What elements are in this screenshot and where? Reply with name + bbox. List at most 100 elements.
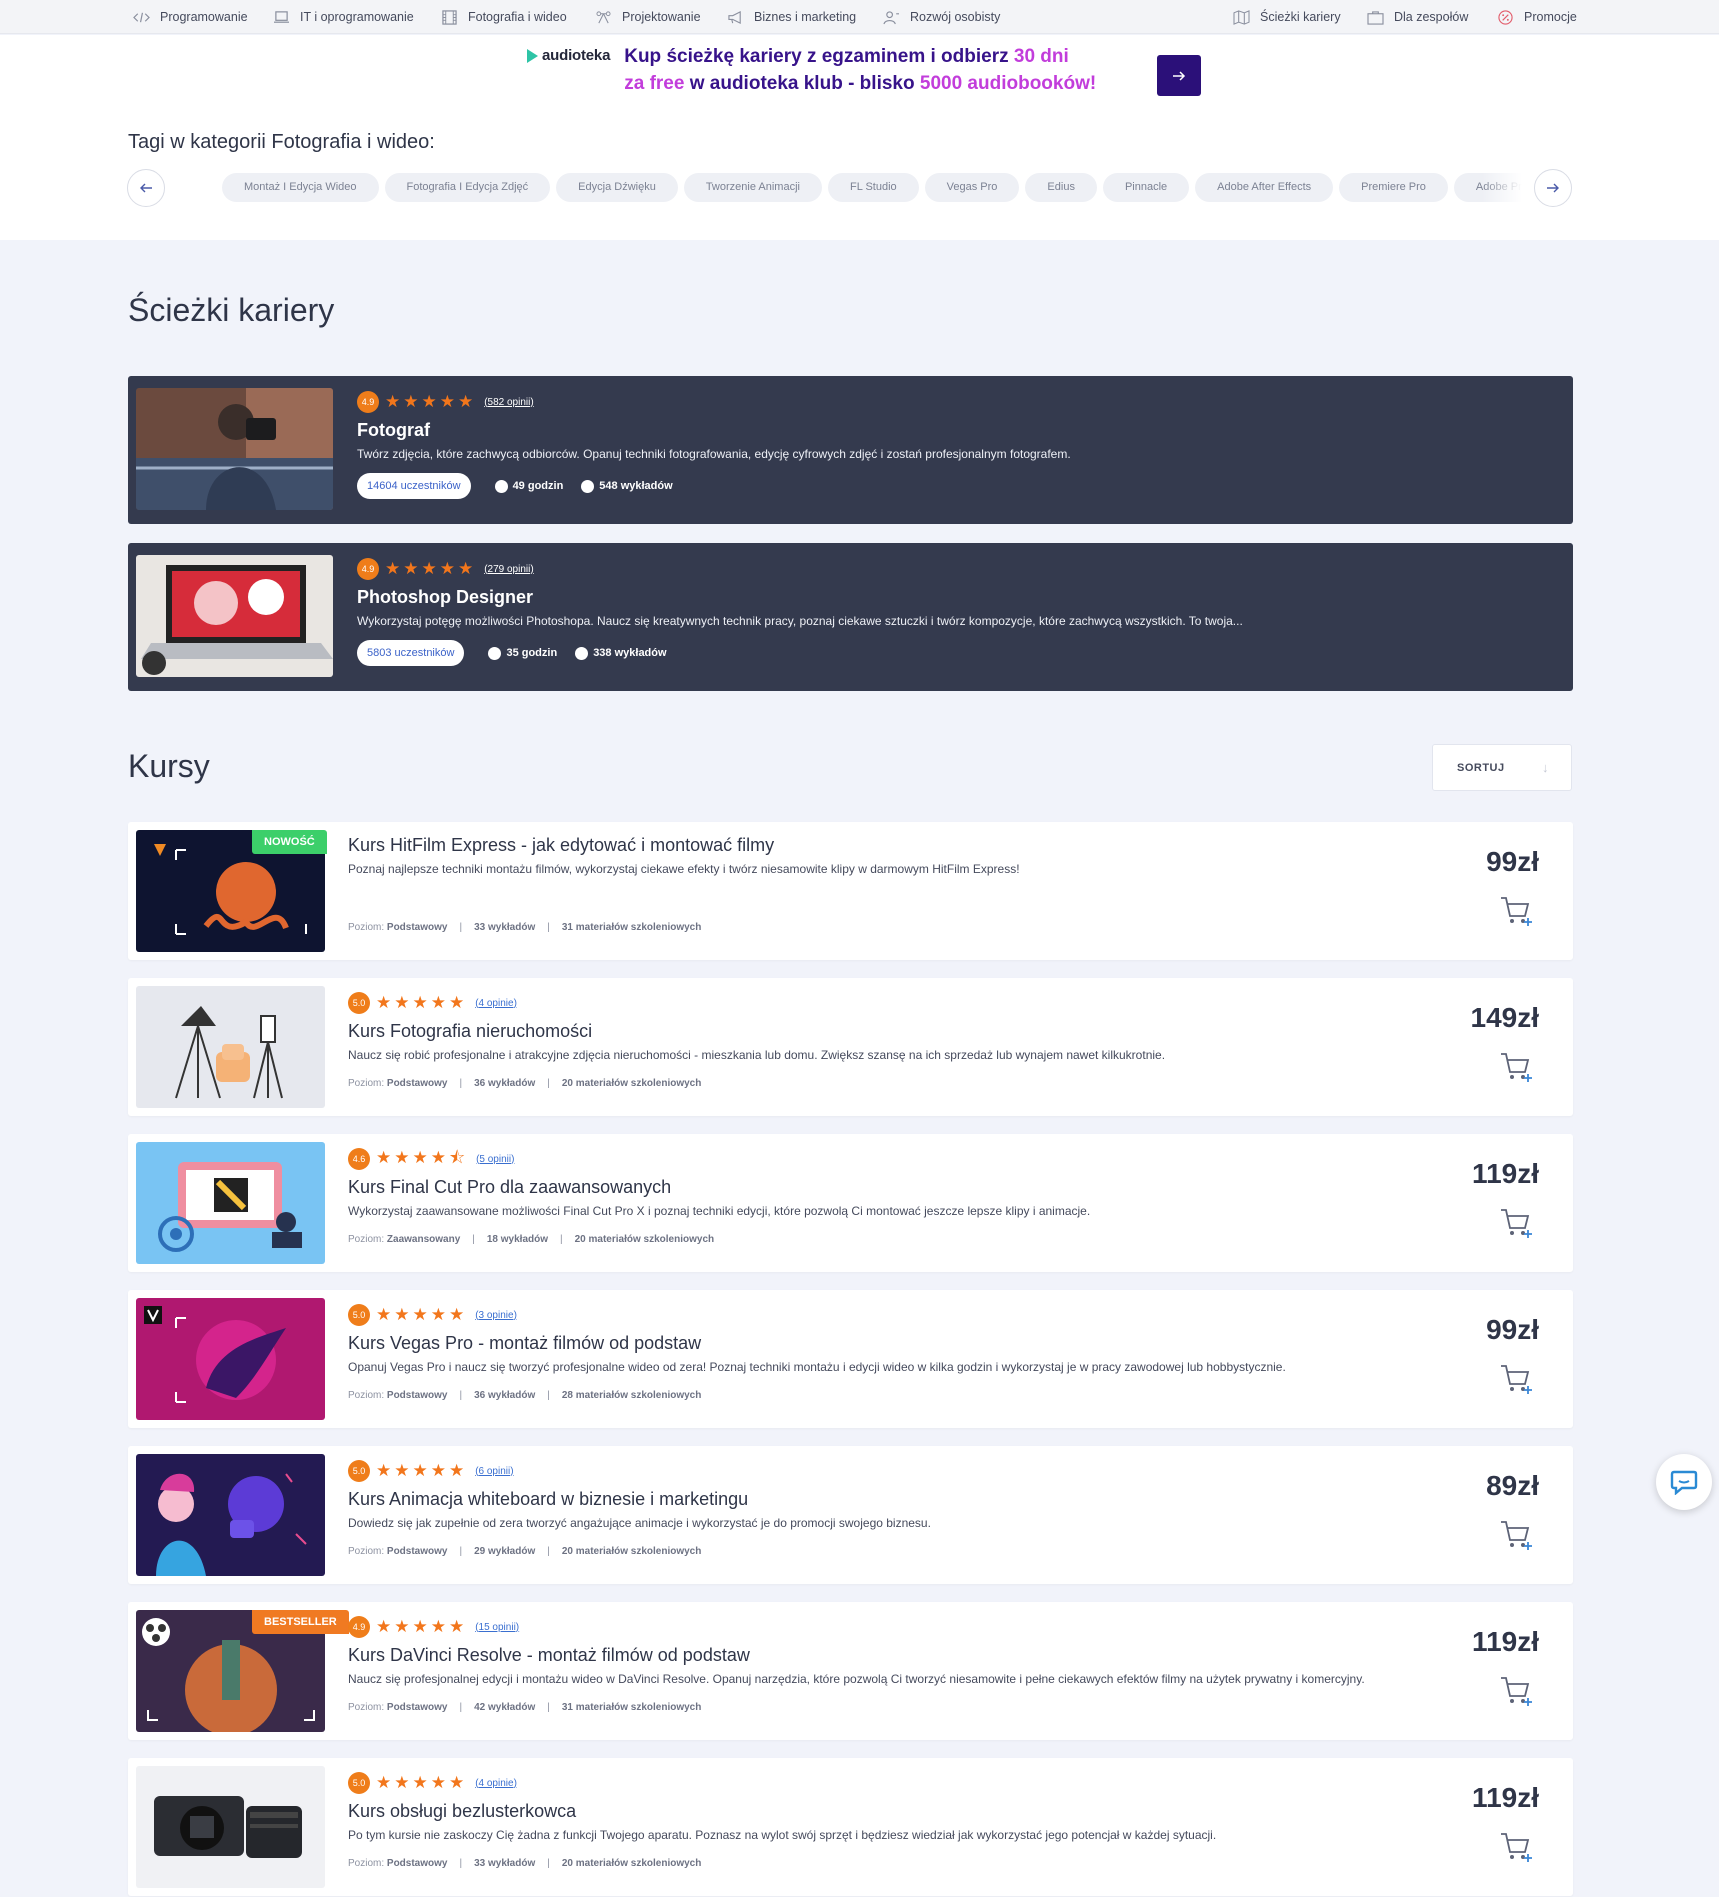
tag-chip[interactable]: Vegas Pro	[924, 173, 1020, 202]
path-title[interactable]: Fotograf	[357, 420, 1071, 441]
add-to-cart-icon[interactable]	[1499, 1050, 1535, 1084]
add-to-cart-icon[interactable]	[1499, 1362, 1535, 1396]
course-title[interactable]: Kurs DaVinci Resolve - montaż filmów od …	[348, 1645, 1498, 1666]
lectures-count: 33 wykładów	[474, 1858, 536, 1869]
sort-arrow-icon: ↓	[1542, 760, 1549, 775]
tag-chip[interactable]: Edycja Dźwięku	[556, 173, 678, 202]
course-card[interactable]: 5.0 ★★★★★ (3 opinie) Kurs Vegas Pro - monta…	[128, 1290, 1573, 1428]
course-meta: Poziom: Zaawansowany | 18 wykładów | 20 mate…	[348, 1234, 715, 1245]
course-description: Opanuj Vegas Pro i naucz się tworzyć pro…	[348, 1360, 1286, 1374]
course-meta: Poziom: Podstawowy | 33 wykładów | 31 materi…	[348, 922, 702, 933]
reviews-link[interactable]: (15 opinii)	[475, 1622, 519, 1633]
lectures-count: 18 wykładów	[486, 1234, 549, 1245]
nav-item-programowanie[interactable]: Programowanie	[132, 0, 248, 34]
sort-button[interactable]: SORTUJ ↓	[1432, 744, 1572, 791]
tag-chip[interactable]: Premiere Pro	[1339, 173, 1448, 202]
nav-item-promocje[interactable]: Promocje	[1496, 0, 1577, 34]
nav-item-projektowanie[interactable]: Projektowanie	[594, 0, 701, 34]
tag-chip[interactable]: Tworzenie Animacji	[683, 173, 822, 202]
course-title[interactable]: Kurs HitFilm Express - jak edytować i mo…	[348, 835, 1498, 856]
nav-item-it[interactable]: IT i oprogramowanie	[272, 0, 414, 34]
megaphone-icon	[726, 9, 744, 25]
add-to-cart-icon[interactable]	[1499, 1206, 1535, 1240]
course-title[interactable]: Kurs Fotografia nieruchomości	[348, 1021, 1498, 1042]
course-price: 119zł	[1472, 1158, 1539, 1189]
path-body: 4.9 ★★★★★ (279 opinii) Photoshop Designe…	[357, 558, 1243, 666]
header-area: audioteka Kup ścieżkę kariery z egzamine…	[0, 35, 1719, 240]
course-meta: Poziom: Podstawowy | 33 wykładów | 20 materi…	[348, 1858, 702, 1869]
course-price: 119zł	[1472, 1626, 1539, 1657]
nav-label: Projektowanie	[622, 10, 701, 24]
tags-prev-button[interactable]	[127, 169, 165, 207]
rating-stars: ★★★★★	[376, 1617, 468, 1636]
level-label: Poziom:	[348, 1546, 385, 1557]
add-to-cart-icon[interactable]	[1499, 1518, 1535, 1552]
tag-chip[interactable]: Fotografia I Edycja Zdjęć	[384, 173, 551, 202]
course-description: Dowiedz się jak zupełnie od zera tworzyć…	[348, 1516, 931, 1530]
materials-count: 20 materiałów szkoleniowych	[561, 1858, 702, 1869]
reviews-link[interactable]: (3 opinie)	[475, 1310, 517, 1321]
rating-stars: ★★★★★	[385, 392, 477, 411]
briefcase-icon	[1366, 9, 1384, 25]
audioteka-banner[interactable]: audioteka Kup ścieżkę kariery z egzamine…	[527, 43, 1201, 97]
path-thumbnail	[136, 388, 333, 510]
chat-button[interactable]	[1656, 1454, 1712, 1510]
course-card[interactable]: BESTSELLER 4.9 ★★★★★ (15 opinii) Kurs DaVinc…	[128, 1602, 1573, 1740]
course-body: 5.0 ★★★★★ (4 opinie) Kurs Fotografia nieruc…	[348, 992, 1498, 1089]
course-title[interactable]: Kurs Final Cut Pro dla zaawansowanych	[348, 1177, 1498, 1198]
reviews-link[interactable]: (582 opinii)	[484, 397, 533, 408]
path-title[interactable]: Photoshop Designer	[357, 587, 1243, 608]
tags-next-button[interactable]	[1534, 169, 1572, 207]
lectures-count: 33 wykładów	[474, 922, 536, 933]
tag-chip[interactable]: FL Studio	[827, 173, 919, 202]
course-title[interactable]: Kurs obsługi bezlusterkowca	[348, 1801, 1498, 1822]
course-meta: Poziom: Podstawowy | 42 wykładów | 31 materi…	[348, 1702, 702, 1713]
reviews-link[interactable]: (5 opinii)	[476, 1154, 514, 1165]
map-icon	[1232, 9, 1250, 25]
level-label: Poziom:	[348, 1858, 385, 1869]
nav-item-sciezki[interactable]: Ścieżki kariery	[1232, 0, 1341, 34]
tag-chip[interactable]: Montaż I Edycja Wideo	[222, 173, 379, 202]
course-body: 5.0 ★★★★★ (3 opinie) Kurs Vegas Pro - monta…	[348, 1304, 1498, 1401]
rating-badge: 5.0	[348, 992, 370, 1014]
students-pill: 5803 uczestników	[357, 640, 465, 666]
tag-chip[interactable]: Adobe After Effects	[1195, 173, 1334, 202]
course-thumbnail	[136, 1142, 325, 1264]
add-to-cart-icon[interactable]	[1499, 894, 1535, 928]
course-price: 99zł	[1486, 846, 1539, 877]
path-card[interactable]: 4.9 ★★★★★ (582 opinii) Fotograf Twórz zd…	[128, 376, 1573, 524]
course-ribbon: BESTSELLER	[252, 1610, 349, 1634]
course-thumbnail	[136, 1298, 325, 1420]
course-card[interactable]: NOWOŚĆ Kurs HitFilm Express - jak edytowa…	[128, 822, 1573, 960]
course-card[interactable]: 5.0 ★★★★★ (6 opinii) Kurs Animacja whiteboa…	[128, 1446, 1573, 1584]
lectures-count: 42 wykładów	[474, 1702, 536, 1713]
path-card[interactable]: 4.9 ★★★★★ (279 opinii) Photoshop Designe…	[128, 543, 1573, 691]
reviews-link[interactable]: (4 opinie)	[475, 1778, 517, 1789]
nav-item-fotografia[interactable]: Fotografia i wideo	[440, 0, 567, 34]
course-body: Kurs HitFilm Express - jak edytować i mo…	[348, 828, 1498, 933]
tag-chip[interactable]: Edius	[1025, 173, 1097, 202]
course-card[interactable]: 4.6 ★★★★⯪ (5 opinii) Kurs Final Cut Pro dla…	[128, 1134, 1573, 1272]
nav-item-zespoly[interactable]: Dla zespołów	[1366, 0, 1468, 34]
tag-chip[interactable]: Pinnacle	[1102, 173, 1190, 202]
course-ribbon: NOWOŚĆ	[252, 830, 327, 854]
reviews-link[interactable]: (279 opinii)	[484, 564, 533, 575]
nav-label: Promocje	[1524, 10, 1577, 24]
level-label: Poziom:	[348, 1234, 385, 1245]
reviews-link[interactable]: (4 opinie)	[475, 998, 517, 1009]
course-title[interactable]: Kurs Animacja whiteboard w biznesie i ma…	[348, 1489, 1498, 1510]
course-card[interactable]: 5.0 ★★★★★ (4 opinie) Kurs Fotografia nieruc…	[128, 978, 1573, 1116]
audioteka-logo: audioteka	[527, 47, 610, 64]
add-to-cart-icon[interactable]	[1499, 1830, 1535, 1864]
banner-arrow-button[interactable]	[1157, 55, 1201, 96]
level-value: Podstawowy	[386, 922, 448, 933]
rating-stars: ★★★★★	[385, 559, 477, 578]
course-card[interactable]: 5.0 ★★★★★ (4 opinie) Kurs obsługi bezluster…	[128, 1758, 1573, 1896]
nav-item-biznes[interactable]: Biznes i marketing	[726, 0, 856, 34]
course-title[interactable]: Kurs Vegas Pro - montaż filmów od podsta…	[348, 1333, 1498, 1354]
add-to-cart-icon[interactable]	[1499, 1674, 1535, 1708]
level-label: Poziom:	[348, 1078, 385, 1089]
reviews-link[interactable]: (6 opinii)	[475, 1466, 513, 1477]
path-thumbnail	[136, 555, 333, 677]
nav-item-rozwoj[interactable]: Rozwój osobisty	[882, 0, 1000, 34]
